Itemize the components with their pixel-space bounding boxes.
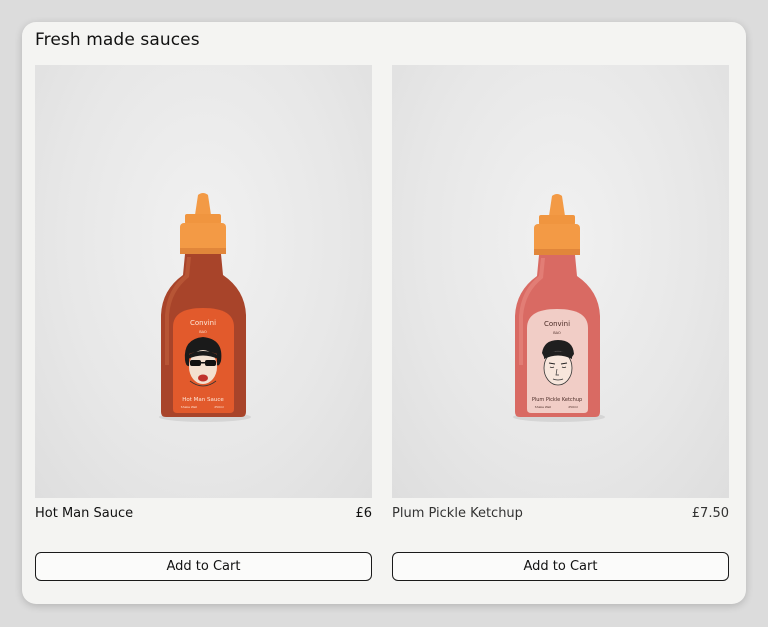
product-plum-pickle-ketchup: Convini BAO Plum Pickle Ketchup Shake We…: [392, 65, 729, 581]
product-image[interactable]: Convini BAO Plum Pickle Ketchup Shake We…: [392, 65, 729, 498]
bottle-footer-right: 250ml: [214, 405, 224, 409]
bottle-brand-text: Convini: [190, 319, 216, 327]
bottle-brand-text: Convini: [544, 320, 570, 328]
product-hot-man-sauce: Convini BAO Hot Man Sauce Shake Well 250…: [35, 65, 372, 581]
bottle-brand-sub-text: BAO: [553, 331, 561, 335]
bottle-label-text: Plum Pickle Ketchup: [532, 397, 582, 403]
product-price: £6: [355, 506, 372, 521]
product-price: £7.50: [691, 506, 729, 521]
bottle-footer-right: 250ml: [568, 405, 578, 409]
add-to-cart-button[interactable]: Add to Cart: [392, 552, 729, 581]
bottle-brand-sub-text: BAO: [199, 330, 207, 334]
product-meta: Plum Pickle Ketchup £7.50: [392, 503, 729, 527]
product-name[interactable]: Plum Pickle Ketchup: [392, 506, 523, 521]
product-image[interactable]: Convini BAO Hot Man Sauce Shake Well 250…: [35, 65, 372, 498]
product-card: Fresh made sauces Convini BAO Hot Man Sa…: [22, 22, 746, 604]
bottle-footer-left: Shake Well: [535, 405, 552, 409]
hot-sauce-bottle-illustration: Convini BAO Hot Man Sauce Shake Well 250…: [159, 193, 251, 422]
bottle-footer-left: Shake Well: [181, 405, 198, 409]
ketchup-bottle-illustration: Convini BAO Plum Pickle Ketchup Shake We…: [513, 194, 605, 422]
product-meta: Hot Man Sauce £6: [35, 503, 372, 527]
product-name[interactable]: Hot Man Sauce: [35, 506, 133, 521]
section-title: Fresh made sauces: [35, 30, 200, 50]
add-to-cart-button[interactable]: Add to Cart: [35, 552, 372, 581]
bottle-label-text: Hot Man Sauce: [182, 397, 224, 403]
